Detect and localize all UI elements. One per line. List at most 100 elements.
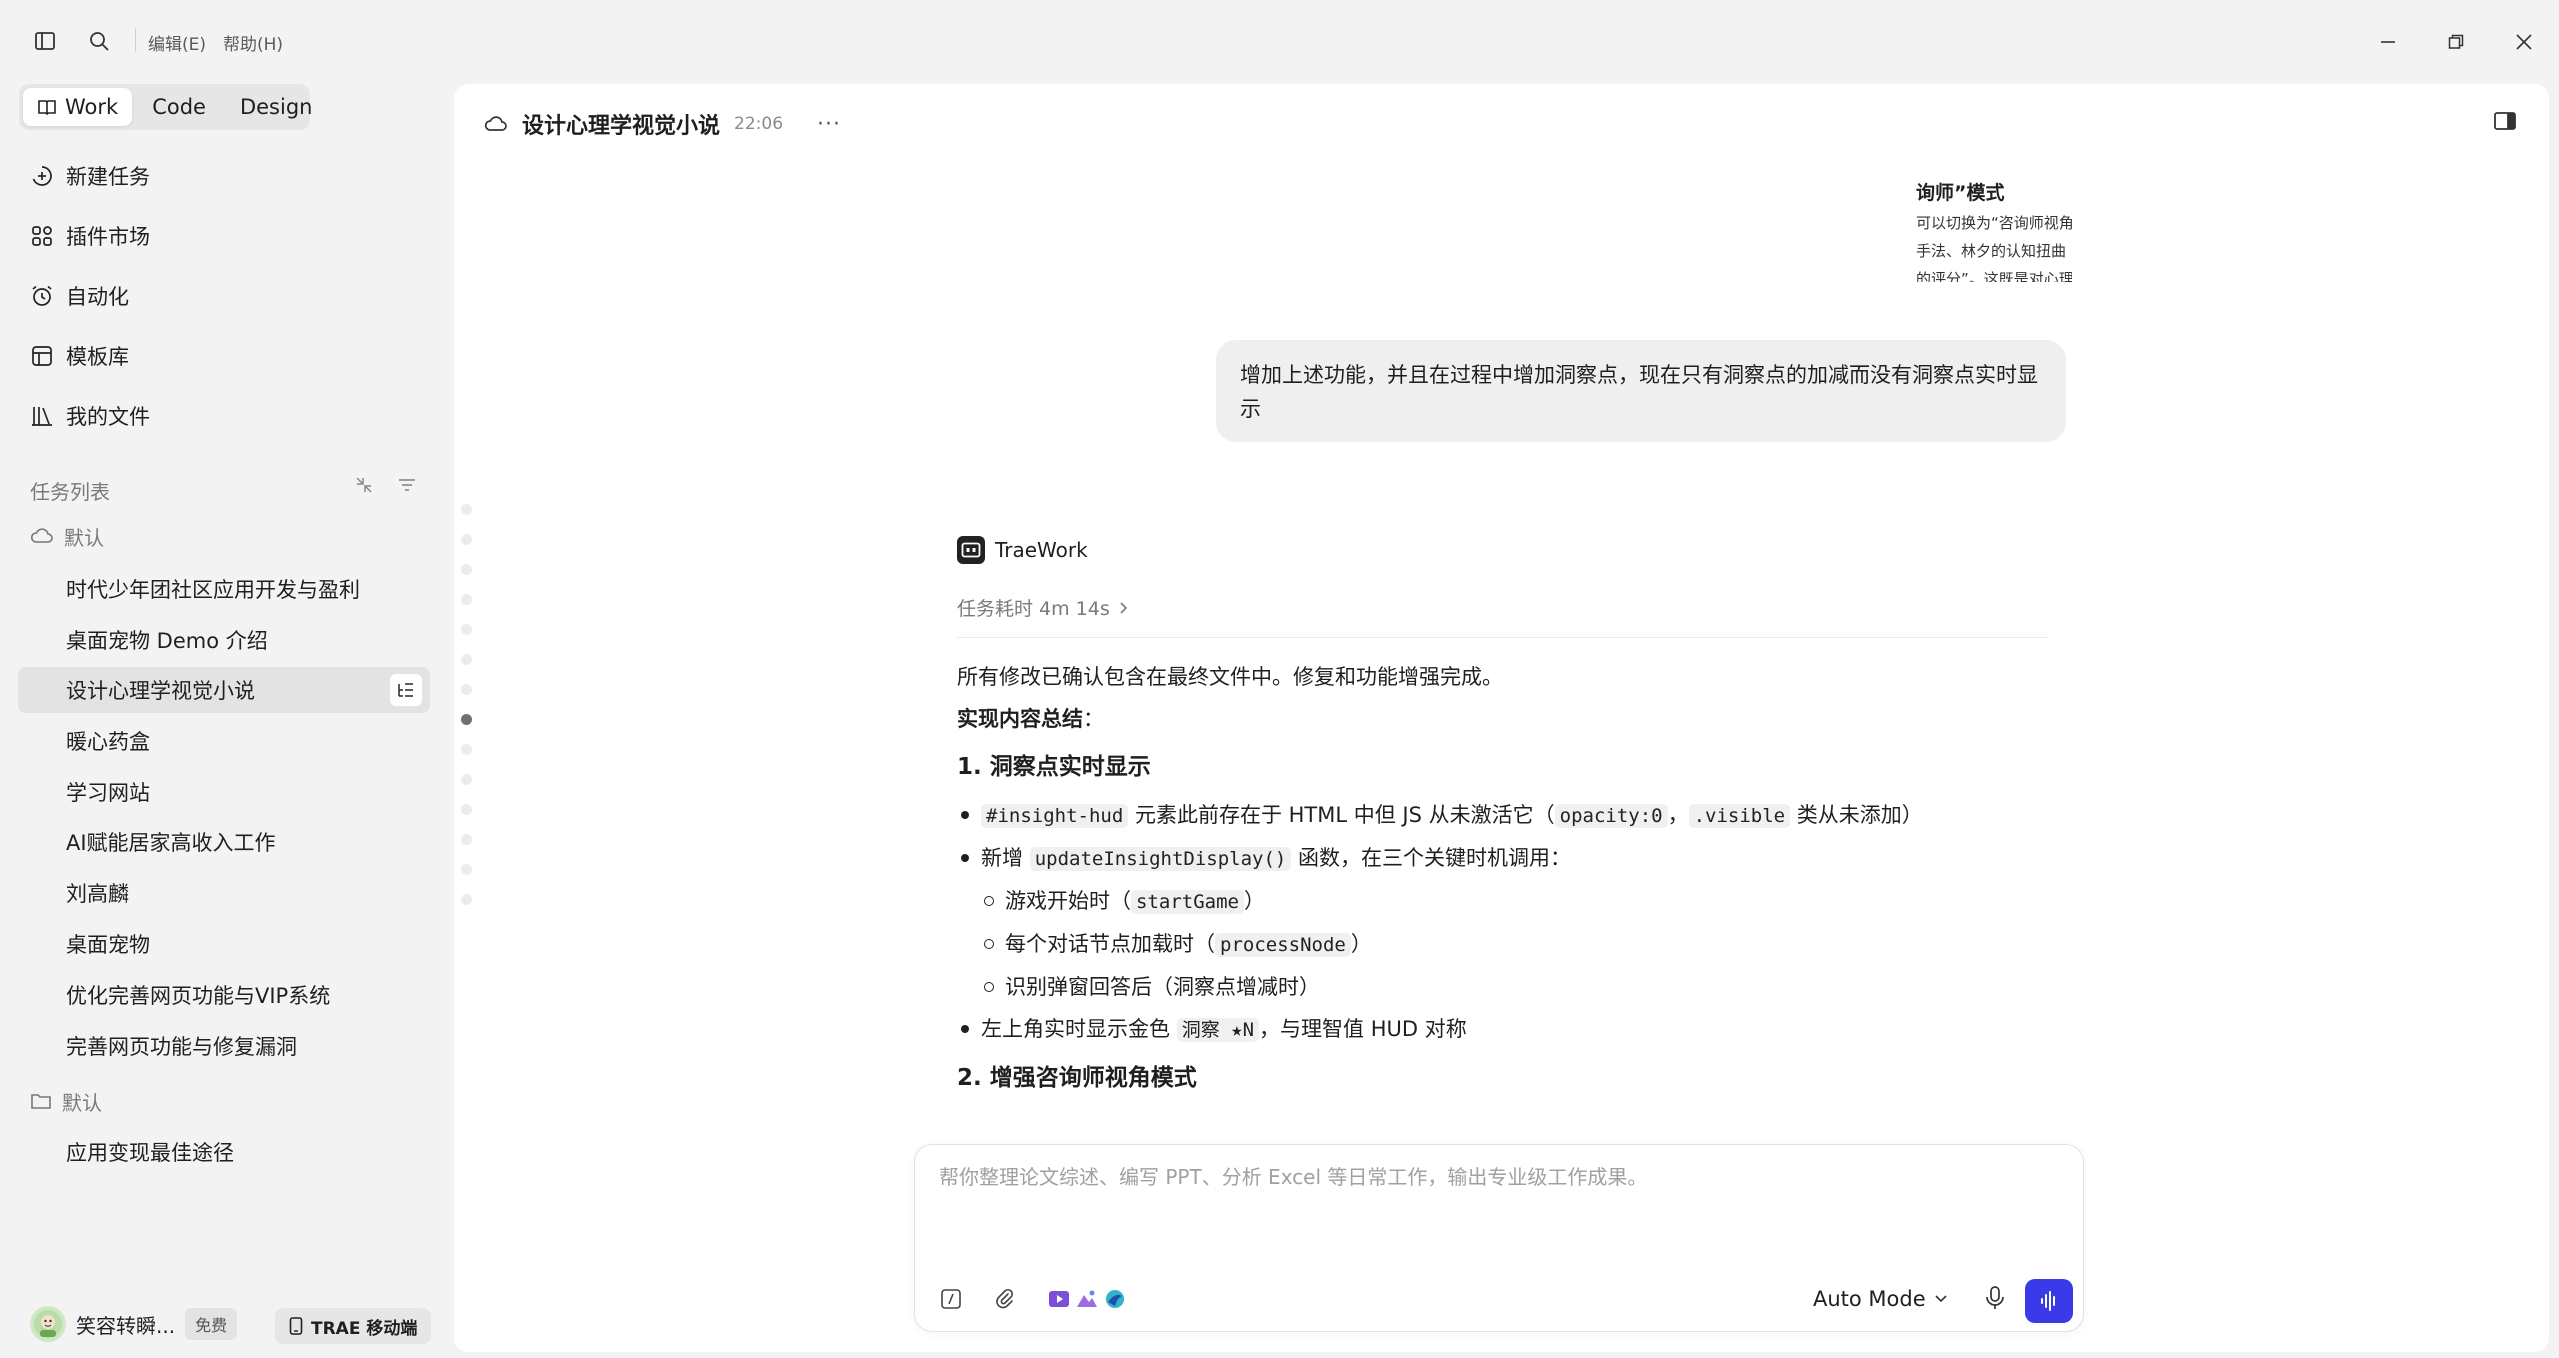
sidebar-toggle-icon[interactable] xyxy=(30,26,60,56)
video-icon[interactable] xyxy=(1045,1285,1073,1313)
task-item[interactable]: 桌面宠物 Demo 介绍 xyxy=(18,617,430,663)
task-item[interactable]: 刘高麟 xyxy=(18,870,430,916)
task-item[interactable]: 暖心药盒 xyxy=(18,718,430,764)
task-item[interactable]: 学习网站 xyxy=(18,769,430,815)
task-item[interactable]: 桌面宠物 xyxy=(18,921,430,967)
inline-code: updateInsightDisplay() xyxy=(1029,847,1292,871)
nav-dot[interactable] xyxy=(461,564,472,575)
sub-list-item: 游戏开始时（ startGame） xyxy=(957,880,2082,923)
task-item[interactable]: 优化完善网页功能与VIP系统 xyxy=(18,972,430,1018)
nav-label: 我的文件 xyxy=(66,405,150,429)
slash-command-icon[interactable] xyxy=(937,1285,965,1313)
group-label: 默认 xyxy=(62,1090,102,1115)
text: 识别弹窗回答后（洞察点增减时） xyxy=(1005,975,1320,999)
more-options-button[interactable]: ··· xyxy=(817,112,841,137)
phone-icon xyxy=(289,1317,303,1335)
book-icon xyxy=(37,98,57,116)
inline-code: .visible xyxy=(1688,804,1791,828)
summary-colon: ： xyxy=(1083,707,1104,731)
panel-icon[interactable] xyxy=(2493,110,2519,136)
mic-icon[interactable] xyxy=(1983,1285,2011,1313)
mode-tab-code[interactable]: Code xyxy=(138,88,220,126)
list-item: 左上角实时显示金色 洞察 ★N ，与理智值 HUD 对称 xyxy=(957,1008,2082,1051)
nav-label: 模板库 xyxy=(66,345,129,369)
mode-tab-design[interactable]: Design xyxy=(226,88,327,126)
task-item[interactable]: 应用变现最佳途径 xyxy=(18,1129,430,1175)
conversation-navigator[interactable] xyxy=(461,504,475,924)
text: ，与理智值 HUD 对称 xyxy=(1259,1017,1467,1041)
nav-dot[interactable] xyxy=(461,744,472,755)
task-label: 应用变现最佳途径 xyxy=(66,1141,234,1165)
nav-automation[interactable]: 自动化 xyxy=(30,276,129,316)
nav-dot[interactable] xyxy=(461,864,472,875)
mode-select[interactable]: Auto Mode xyxy=(1813,1283,1948,1315)
nav-dot[interactable] xyxy=(461,894,472,905)
nav-plugins[interactable]: 插件市场 xyxy=(30,216,150,256)
nav-dot[interactable] xyxy=(461,774,472,785)
fragment-line: 手法、林夕的认知扭曲 xyxy=(1916,242,2067,260)
group-default-cloud[interactable]: 默认 xyxy=(30,518,104,554)
close-icon[interactable] xyxy=(2506,24,2542,60)
design-icon[interactable] xyxy=(1101,1285,1129,1313)
fragment-heading: 询师”模式 xyxy=(1916,182,2005,204)
text: ） xyxy=(1243,889,1265,913)
text: 元素此前存在于 HTML 中但 JS 从未激活它（ xyxy=(1128,803,1555,827)
task-label: 桌面宠物 Demo 介绍 xyxy=(66,629,268,653)
nav-dot[interactable] xyxy=(461,684,472,695)
mode-tab-work[interactable]: Work xyxy=(23,88,133,126)
task-item[interactable]: AI赋能居家高收入工作 xyxy=(18,819,430,865)
nav-dot[interactable] xyxy=(461,594,472,605)
nav-dot[interactable] xyxy=(461,624,472,635)
nav-dot[interactable] xyxy=(461,834,472,845)
nav-my-files[interactable]: 我的文件 xyxy=(30,396,150,436)
restore-icon[interactable] xyxy=(2438,24,2474,60)
paperclip-icon[interactable] xyxy=(991,1285,1019,1313)
fragment-line: 可以切换为“咨询师视角 xyxy=(1916,214,2072,232)
list-item: #insight-hud 元素此前存在于 HTML 中但 JS 从未激活它（ op… xyxy=(957,794,2082,837)
mode-select-label: Auto Mode xyxy=(1813,1287,1926,1311)
main-panel: 设计心理学视觉小说 22:06 ··· 询师”模式 可以切换为“咨询师视角 手法… xyxy=(454,84,2549,1352)
user-profile[interactable]: 笑容转瞬... 免费 xyxy=(30,1304,238,1344)
task-item-active[interactable]: 设计心理学视觉小说 xyxy=(18,667,430,713)
list-item: 新增 updateInsightDisplay() 函数，在三个关键时机调用： xyxy=(957,837,2082,880)
nav-dot[interactable] xyxy=(461,654,472,665)
sidebar: Work Code Design 新建任务 插件市场 自动化 模板库 我的文件 … xyxy=(0,84,448,1358)
inline-code: 洞察 ★N xyxy=(1176,1018,1260,1042)
send-button[interactable] xyxy=(2025,1279,2073,1323)
task-duration[interactable]: 任务耗时 4m 14s xyxy=(957,594,2049,638)
conversation-title: 设计心理学视觉小说 xyxy=(522,114,721,139)
menu-help[interactable]: 帮助(H) xyxy=(223,30,283,55)
template-icon xyxy=(30,344,54,368)
cloud-icon xyxy=(484,115,508,133)
task-item[interactable]: 时代少年团社区应用开发与盈利 xyxy=(18,566,430,612)
cloud-icon xyxy=(30,527,54,545)
text: 函数，在三个关键时机调用： xyxy=(1291,846,1572,870)
outline-icon[interactable] xyxy=(390,674,422,706)
nav-dot-active[interactable] xyxy=(461,714,472,725)
fragment-line: 的评分”。这既是对心理 xyxy=(1916,270,2072,282)
group-default-folder[interactable]: 默认 xyxy=(30,1083,102,1119)
nav-dot[interactable] xyxy=(461,534,472,545)
collapse-icon[interactable] xyxy=(353,474,379,500)
task-item[interactable]: 完善网页功能与修复漏洞 xyxy=(18,1023,430,1069)
search-icon[interactable] xyxy=(84,26,114,56)
text: 左上角实时显示金色 xyxy=(981,1017,1177,1041)
intro-text: 所有修改已确认包含在最终文件中。修复和功能增强完成。 xyxy=(957,665,1503,689)
nav-dot[interactable] xyxy=(461,804,472,815)
section-heading: 2. 增强咨询师视角模式 xyxy=(957,1065,1197,1091)
mobile-button-label: TRAE 移动端 xyxy=(311,1318,418,1339)
sub-list-item: 识别弹窗回答后（洞察点增减时） xyxy=(957,966,2082,1008)
image-icon[interactable] xyxy=(1073,1285,1101,1313)
nav-dot[interactable] xyxy=(461,504,472,515)
menu-edit[interactable]: 编辑(E) xyxy=(148,30,206,55)
title-bar: 编辑(E) 帮助(H) xyxy=(0,0,2559,84)
task-label: 学习网站 xyxy=(66,781,150,805)
mobile-app-button[interactable]: TRAE 移动端 xyxy=(275,1308,432,1344)
nav-templates[interactable]: 模板库 xyxy=(30,336,129,376)
filter-icon[interactable] xyxy=(396,474,422,500)
agent-message-body: 所有修改已确认包含在最终文件中。修复和功能增强完成。 实现内容总结： 1. 洞察… xyxy=(957,656,2082,1105)
summary-label: 实现内容总结 xyxy=(957,707,1083,731)
message-input[interactable] xyxy=(939,1165,2039,1189)
minimize-icon[interactable] xyxy=(2370,24,2406,60)
nav-new-task[interactable]: 新建任务 xyxy=(30,156,150,196)
